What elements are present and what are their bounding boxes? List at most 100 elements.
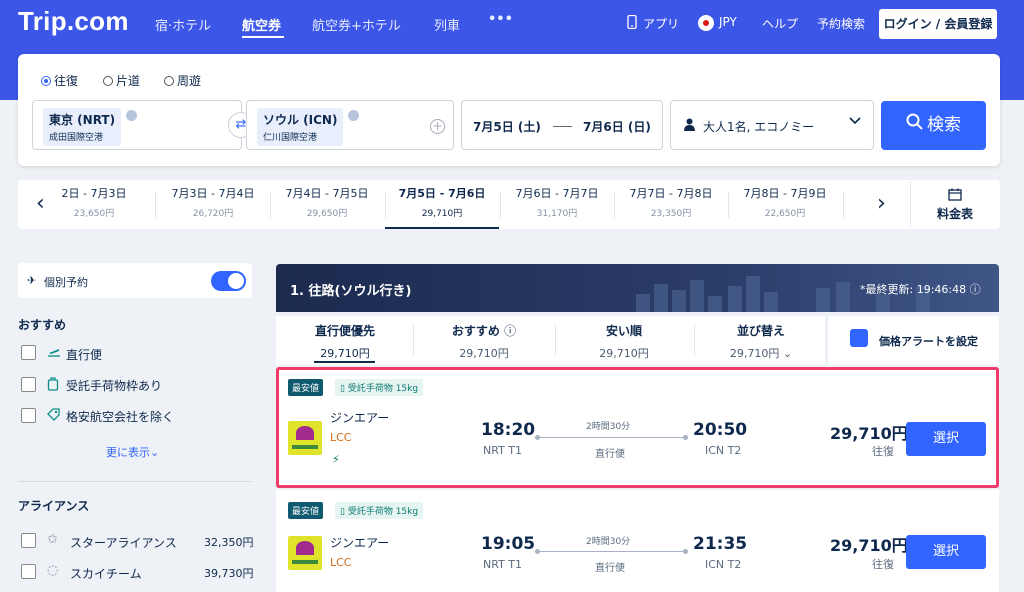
select-button[interactable]: 選択 bbox=[906, 535, 986, 569]
baggage-icon bbox=[47, 377, 59, 394]
radio-icon bbox=[103, 75, 113, 86]
login-button[interactable]: ログイン / 会員登録 bbox=[879, 9, 997, 39]
power-icon: ⚡ bbox=[332, 453, 340, 466]
jinair-logo bbox=[288, 536, 322, 570]
nav-flight-hotel[interactable]: 航空券+ホテル bbox=[312, 15, 401, 34]
chevron-right-icon[interactable]: › bbox=[877, 191, 886, 216]
remove-destination-icon[interactable] bbox=[348, 110, 360, 121]
show-more-link[interactable]: 更に表示⌄ bbox=[106, 444, 159, 460]
results-title: 1. 往路(ソウル行き) bbox=[290, 284, 412, 299]
radio-icon bbox=[164, 75, 174, 86]
sort-tab-recommended[interactable]: おすすめ ⓘ 29,710円 bbox=[419, 322, 549, 361]
skyteam-price: 39,730円 bbox=[204, 567, 254, 580]
trip-type-roundtrip[interactable]: 往復 bbox=[41, 72, 78, 89]
skyteam-label: スカイチーム bbox=[70, 567, 142, 581]
destination-airport: 仁川国際空港 bbox=[263, 133, 318, 143]
origin-field[interactable]: 東京 (NRT) 成田国際空港 bbox=[32, 100, 242, 150]
app-link[interactable]: アプリ bbox=[643, 15, 679, 32]
nonstop-label: 直行便 bbox=[595, 563, 625, 574]
arrival-airport: ICN T2 bbox=[705, 444, 742, 457]
destination-field[interactable]: ソウル (ICN) 仁川国際空港 bbox=[246, 100, 454, 150]
baggage-badge: ▯ 受託手荷物 15kg bbox=[335, 502, 424, 519]
plane-takeoff-icon bbox=[47, 346, 61, 361]
divider bbox=[18, 481, 252, 482]
currency-selector[interactable]: JPY bbox=[719, 15, 737, 29]
calendar-icon bbox=[948, 186, 962, 205]
booking-search-link[interactable]: 予約検索 bbox=[817, 15, 865, 32]
chevron-down-icon bbox=[849, 114, 861, 129]
divider bbox=[694, 324, 695, 356]
skyteam-checkbox[interactable] bbox=[21, 564, 36, 579]
baggage-checkbox[interactable] bbox=[21, 377, 36, 392]
star-alliance-label: スターアライアンス bbox=[70, 536, 177, 550]
select-button[interactable]: 選択 bbox=[906, 422, 986, 456]
add-destination-icon[interactable]: + bbox=[430, 119, 445, 134]
nonstop-label: 直行便 bbox=[595, 449, 625, 460]
direct-flight-label: 直行便 bbox=[66, 348, 103, 362]
roundtrip-label: 往復 bbox=[872, 558, 894, 571]
sort-tab-direct[interactable]: 直行便優先 29,710円 bbox=[280, 322, 410, 361]
sort-tab-cheapest[interactable]: 安い順 29,710円 bbox=[559, 322, 689, 361]
help-link[interactable]: ヘルプ bbox=[762, 15, 798, 32]
roundtrip-label: 往復 bbox=[872, 445, 894, 458]
passenger-summary: 大人1名, エコノミー bbox=[703, 120, 815, 134]
arrival-time: 20:50 bbox=[693, 420, 748, 440]
price-alert-label[interactable]: 価格アラートを設定 bbox=[879, 333, 978, 349]
cheapest-badge: 最安値 bbox=[288, 379, 324, 396]
flight-price: 29,710円 bbox=[830, 424, 908, 443]
price-calendar-link[interactable]: 料金表 bbox=[937, 205, 973, 222]
trip-type-multicity[interactable]: 周遊 bbox=[164, 72, 201, 89]
origin-city: 東京 (NRT) bbox=[49, 113, 116, 127]
date-separator bbox=[553, 126, 572, 127]
date-selected-underline bbox=[385, 227, 499, 229]
nav-hotels[interactable]: 宿·ホテル bbox=[155, 15, 211, 34]
arrival-airport: ICN T2 bbox=[705, 558, 742, 571]
radio-checked-icon bbox=[41, 75, 51, 86]
date-option[interactable]: 7月3日 - 7月4日 26,720円 bbox=[156, 185, 270, 219]
flight-duration: 2時間30分 bbox=[586, 422, 631, 432]
individual-booking-label: 個別予約 bbox=[44, 276, 88, 289]
flight-timeline bbox=[535, 435, 688, 440]
date-option[interactable]: 7月6日 - 7月7日 31,170円 bbox=[500, 185, 614, 219]
nav-flights[interactable]: 航空券 bbox=[242, 15, 281, 34]
sort-tab-sort-by[interactable]: 並び替え 29,710円 ⌄ bbox=[696, 322, 826, 361]
trip-logo[interactable]: Trip.com bbox=[18, 6, 129, 37]
info-icon: ⓘ bbox=[504, 324, 517, 338]
info-icon[interactable]: ⓘ bbox=[970, 283, 981, 296]
date-option[interactable]: 7月8日 - 7月9日 22,650円 bbox=[728, 185, 842, 219]
direct-flight-checkbox[interactable] bbox=[21, 345, 36, 360]
star-alliance-icon: ✩ bbox=[47, 532, 58, 547]
search-icon bbox=[906, 101, 923, 150]
divider bbox=[843, 192, 844, 218]
lcc-label: LCC bbox=[330, 431, 352, 444]
star-alliance-price: 32,350円 bbox=[204, 536, 254, 549]
origin-airport: 成田国際空港 bbox=[49, 133, 104, 143]
destination-city: ソウル (ICN) bbox=[263, 113, 338, 127]
remove-origin-icon[interactable] bbox=[126, 110, 138, 121]
baggage-label: 受託手荷物枠あり bbox=[66, 379, 163, 393]
date-option[interactable]: 2日 - 7月3日 23,650円 bbox=[44, 185, 144, 219]
nav-more-icon[interactable]: ••• bbox=[488, 12, 513, 27]
date-option-selected[interactable]: 7月5日 - 7月6日 29,710円 bbox=[385, 185, 499, 219]
destination-chip: ソウル (ICN) 仁川国際空港 bbox=[257, 108, 360, 146]
lcc-label: LCC bbox=[330, 556, 352, 569]
nav-active-underline bbox=[242, 36, 284, 38]
date-option[interactable]: 7月4日 - 7月5日 29,650円 bbox=[270, 185, 384, 219]
exclude-lcc-label: 格安航空会社を除く bbox=[66, 410, 175, 424]
date-option[interactable]: 7月7日 - 7月8日 23,350円 bbox=[614, 185, 728, 219]
recommended-heading: おすすめ bbox=[18, 318, 67, 332]
star-alliance-checkbox[interactable] bbox=[21, 533, 36, 548]
departure-airport: NRT T1 bbox=[483, 558, 523, 571]
phone-icon bbox=[627, 14, 637, 32]
baggage-icon: ▯ bbox=[340, 384, 345, 394]
skyteam-icon: ◌ bbox=[47, 563, 59, 578]
departure-airport: NRT T1 bbox=[483, 444, 523, 457]
baggage-badge: ▯ 受託手荷物 15kg bbox=[335, 379, 424, 396]
nav-trains[interactable]: 列車 bbox=[434, 15, 460, 34]
search-button[interactable]: 検索 bbox=[881, 101, 986, 150]
arrival-time: 21:35 bbox=[693, 534, 748, 554]
departure-time: 19:05 bbox=[481, 534, 536, 554]
exclude-lcc-checkbox[interactable] bbox=[21, 408, 36, 423]
individual-booking-toggle[interactable] bbox=[211, 271, 246, 291]
trip-type-oneway[interactable]: 片道 bbox=[103, 72, 140, 89]
